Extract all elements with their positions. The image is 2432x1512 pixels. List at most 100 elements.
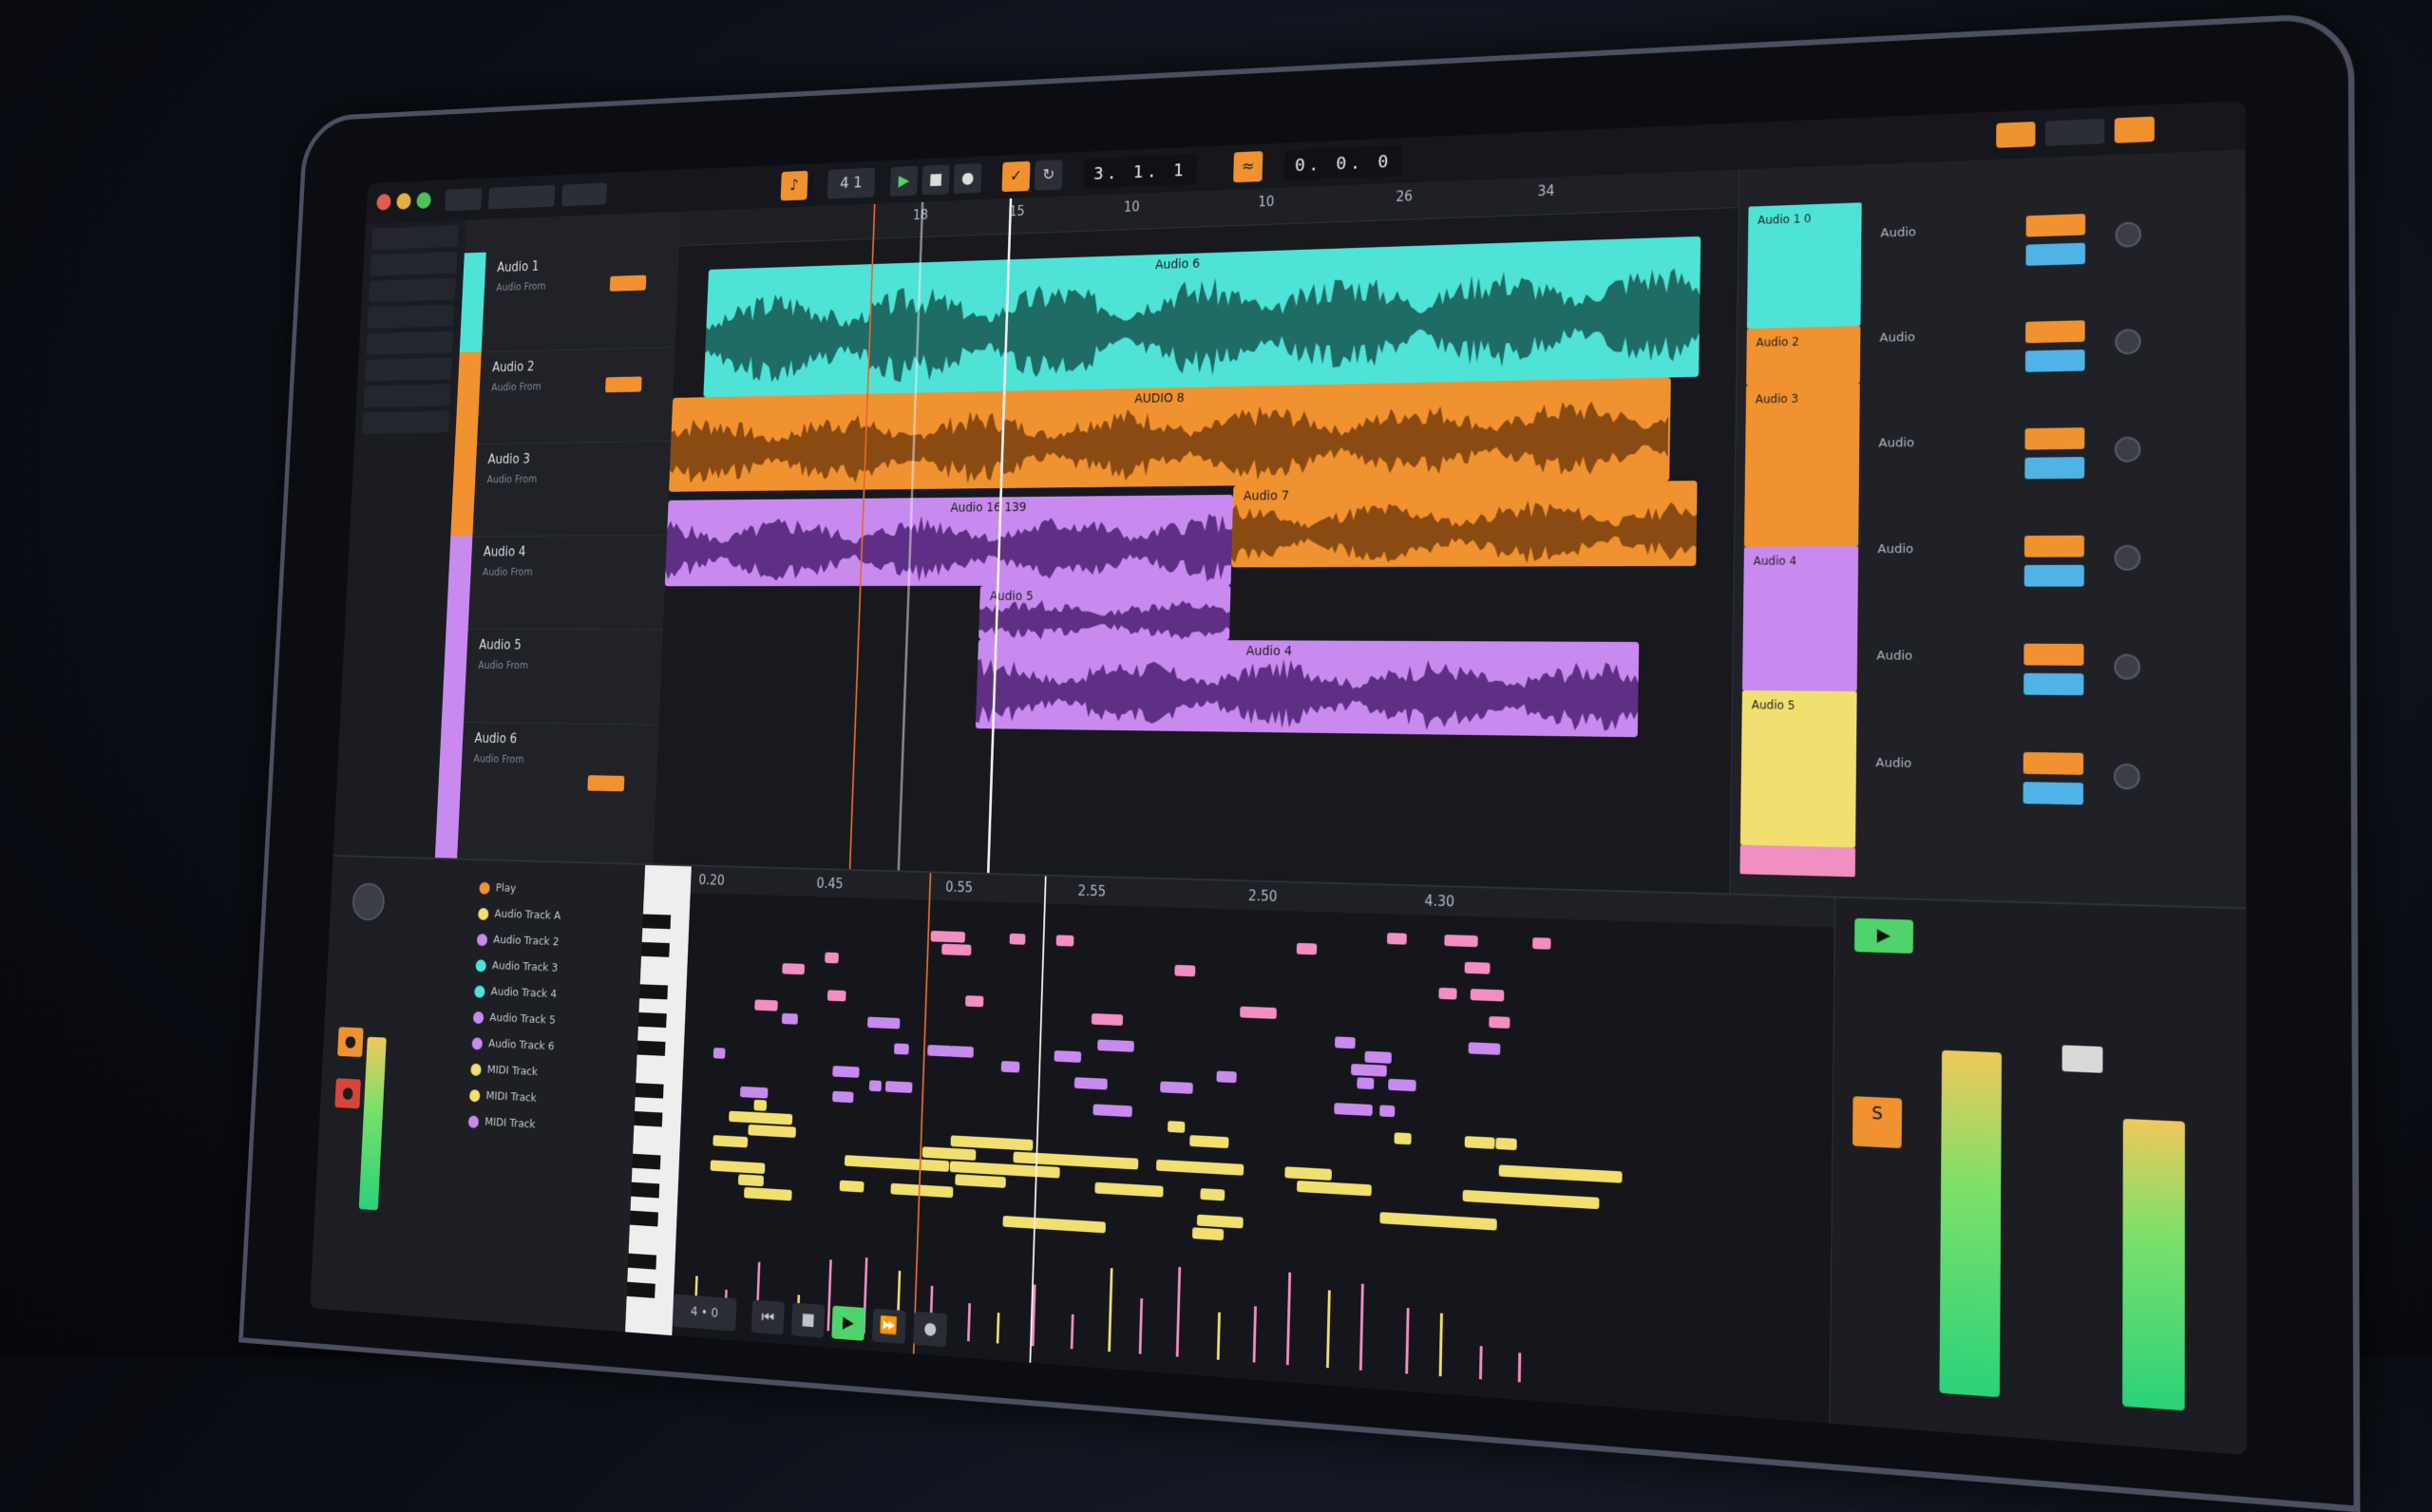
midi-note[interactable] [1386, 933, 1407, 945]
volume-knob[interactable] [352, 882, 386, 921]
pan-knob[interactable] [2115, 329, 2141, 355]
track-activator[interactable] [2025, 214, 2086, 237]
midi-note[interactable] [729, 1110, 793, 1125]
volume-fader[interactable] [2062, 1045, 2103, 1073]
midi-note[interactable] [1155, 1159, 1244, 1176]
solo-icon[interactable]: S [1852, 1096, 1903, 1149]
black-key[interactable] [639, 984, 669, 1000]
midi-note[interactable] [844, 1155, 925, 1171]
maximize-icon[interactable] [416, 192, 432, 209]
midi-note[interactable] [1054, 1049, 1082, 1063]
list-item[interactable]: Audio Track 3 [475, 955, 559, 979]
audio-clip[interactable]: Audio 16 139 [664, 494, 1234, 587]
midi-note[interactable] [1160, 1081, 1193, 1094]
midi-note[interactable] [868, 1080, 883, 1092]
midi-note[interactable] [825, 952, 839, 964]
midi-note[interactable] [753, 1099, 768, 1111]
black-key[interactable] [641, 941, 670, 957]
mixer-toggle-icon[interactable]: ▶ [1853, 917, 1914, 954]
play-icon[interactable]: ▶ [889, 165, 919, 197]
midi-note[interactable] [737, 1174, 765, 1187]
key-map-button[interactable] [2044, 118, 2105, 146]
list-item[interactable]: Audio Track 5 [472, 1007, 557, 1031]
position-display[interactable]: 3. 1. 1 [1083, 154, 1198, 189]
draw-mode-icon[interactable]: ≈ [1233, 151, 1264, 183]
midi-note[interactable] [1191, 1227, 1225, 1241]
midi-note[interactable] [1091, 1012, 1124, 1026]
midi-note[interactable] [1444, 935, 1478, 948]
midi-map-button[interactable] [2114, 116, 2155, 143]
midi-note[interactable] [1468, 1042, 1501, 1055]
midi-note[interactable] [1351, 1064, 1387, 1077]
audio-clip[interactable]: Audio 7 [1231, 481, 1698, 568]
track-header[interactable]: Audio 4 Audio From [446, 534, 668, 631]
midi-note[interactable] [832, 1090, 854, 1104]
track-arm-button[interactable] [605, 376, 642, 393]
track-header[interactable]: Audio 2 Audio From [455, 347, 675, 445]
midi-note[interactable] [922, 1146, 977, 1161]
black-key[interactable] [642, 914, 672, 930]
forward-icon[interactable]: ⏩ [872, 1308, 906, 1345]
midi-note[interactable] [1111, 1040, 1126, 1052]
black-key[interactable] [629, 1210, 658, 1227]
stop-icon[interactable]: ■ [790, 1302, 826, 1338]
black-key[interactable] [632, 1153, 661, 1170]
clip-slot[interactable]: Audio 5 [1739, 690, 1857, 848]
audio-clip[interactable]: Audio 6 [703, 236, 1701, 398]
toolbar-button-1[interactable] [445, 188, 483, 212]
midi-note[interactable] [1296, 942, 1318, 955]
list-item[interactable]: MIDI Track [467, 1111, 536, 1136]
clip-slot[interactable]: Audio 1 0 [1746, 202, 1862, 330]
midi-note[interactable] [893, 1043, 909, 1055]
velocity-stem[interactable] [1438, 1313, 1443, 1377]
loop-icon[interactable]: ↻ [1034, 160, 1063, 191]
midi-note[interactable] [1470, 989, 1505, 1002]
black-key[interactable] [634, 1111, 663, 1127]
solo-button[interactable] [2024, 457, 2085, 480]
midi-note[interactable] [1351, 1183, 1372, 1197]
audio-clip[interactable]: AUDIO 8 [669, 377, 1671, 492]
midi-note[interactable] [1438, 987, 1457, 1000]
metronome-icon[interactable]: ♪ [780, 170, 808, 201]
toolbar-button-3[interactable] [561, 182, 608, 207]
clip-slot[interactable]: Audio 3 [1743, 383, 1860, 547]
midi-note[interactable] [832, 1066, 860, 1078]
arrangement-view[interactable]: 18 15 10 10 26 34 Audio 6 AUDIO 8 Audio … [653, 169, 1739, 894]
midi-note[interactable] [748, 1124, 796, 1138]
black-key[interactable] [636, 1040, 666, 1056]
audio-clip[interactable]: Audio 5 [978, 585, 1231, 641]
pan-knob[interactable] [2113, 763, 2140, 790]
track-activator[interactable] [2025, 320, 2085, 344]
midi-note[interactable] [890, 1182, 954, 1199]
clip-slot[interactable]: Audio 2 [1746, 326, 1861, 386]
list-item[interactable]: MIDI Track [470, 1059, 538, 1083]
audio-clip[interactable]: Audio 4 [975, 639, 1640, 738]
midi-note[interactable] [1394, 1132, 1412, 1145]
midi-note[interactable] [1495, 1137, 1517, 1151]
tempo-field[interactable]: 4 1 [826, 167, 876, 199]
browser-item[interactable] [366, 331, 454, 355]
midi-note[interactable] [1357, 1077, 1375, 1090]
pan-knob[interactable] [2115, 221, 2141, 248]
pan-knob[interactable] [2114, 436, 2141, 463]
midi-note[interactable] [1334, 1036, 1356, 1049]
midi-note[interactable] [1532, 937, 1551, 950]
midi-note[interactable] [949, 1046, 974, 1058]
track-header[interactable]: Audio 6 Audio From [434, 721, 659, 865]
list-item[interactable]: Audio Track A [478, 903, 561, 927]
midi-note[interactable] [826, 990, 846, 1002]
midi-note[interactable] [839, 1180, 864, 1193]
track-arm-button[interactable] [587, 775, 625, 792]
track-activator[interactable] [2023, 751, 2084, 775]
browser-item[interactable] [363, 384, 451, 408]
list-item[interactable]: Audio Track 4 [474, 981, 558, 1006]
arm-icon[interactable]: ● [337, 1027, 364, 1058]
track-header[interactable]: Audio 1 Audio From [459, 245, 680, 353]
midi-note[interactable] [1200, 1188, 1226, 1201]
close-icon[interactable] [376, 193, 391, 211]
midi-note[interactable] [1379, 1212, 1497, 1231]
midi-note[interactable] [753, 1187, 792, 1201]
browser-item[interactable] [370, 251, 458, 276]
black-key[interactable] [635, 1083, 664, 1099]
midi-note[interactable] [1503, 1192, 1548, 1207]
